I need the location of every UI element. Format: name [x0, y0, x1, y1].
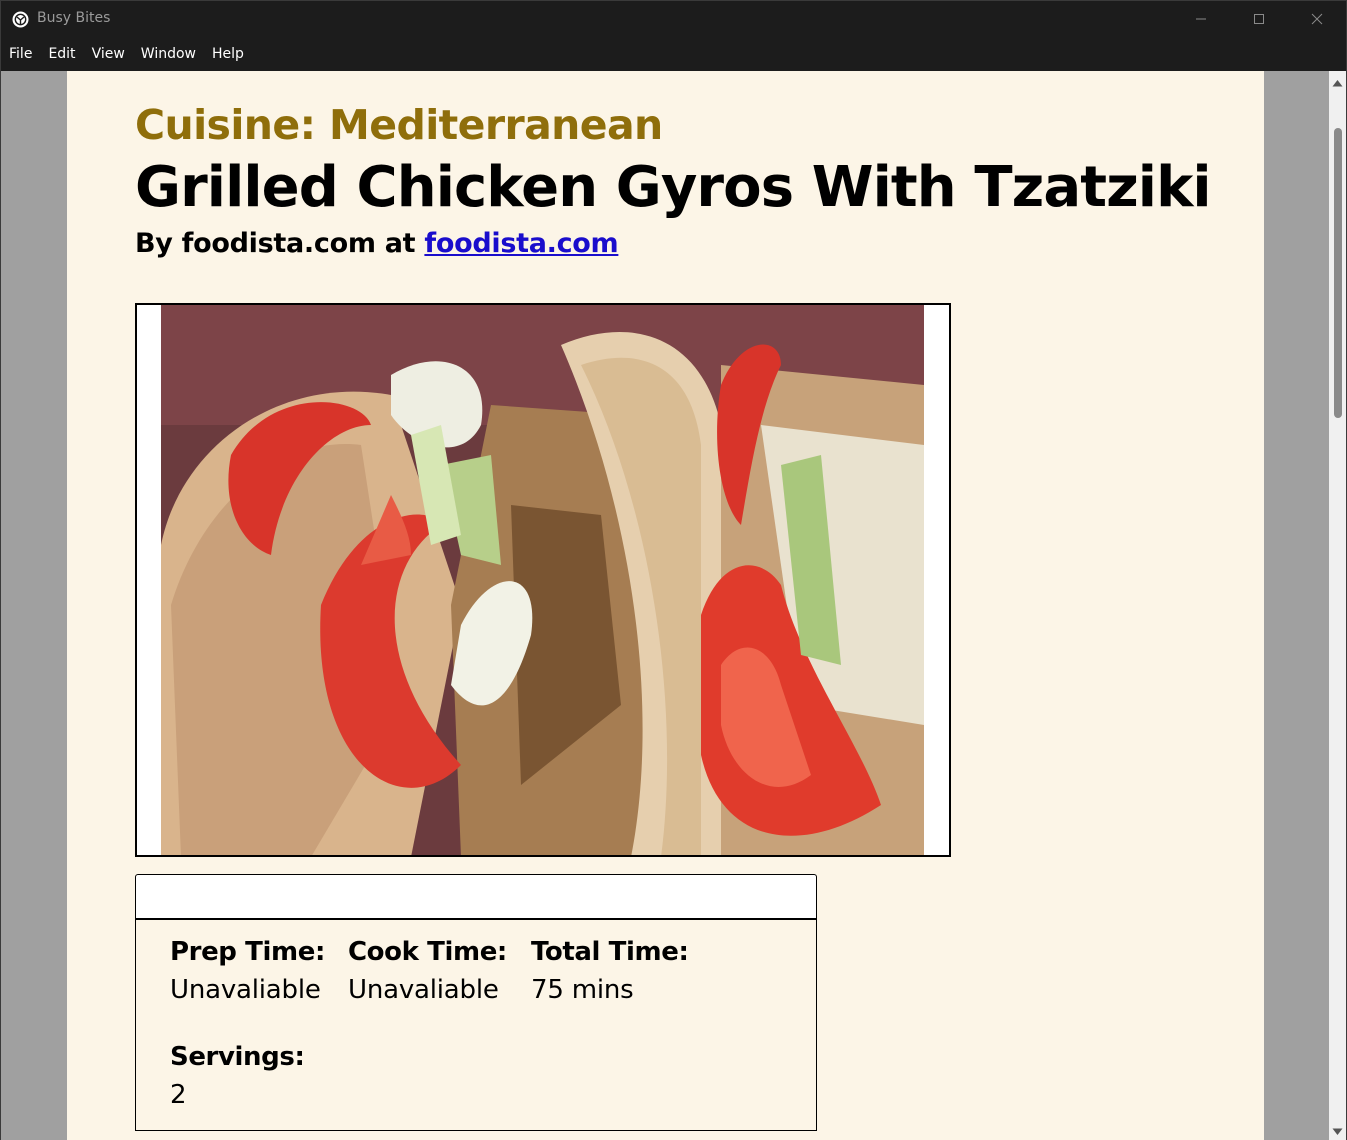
vertical-scrollbar[interactable]: [1329, 71, 1346, 1140]
minimize-button[interactable]: [1172, 1, 1230, 37]
byline-prefix: By foodista.com at: [135, 228, 425, 259]
prep-time-label: Prep Time:: [170, 937, 325, 967]
info-card-header: [135, 874, 817, 919]
cook-time: Cook Time: Unavaliable: [348, 937, 507, 1005]
recipe-image: [161, 305, 924, 855]
app-logo-icon: [12, 11, 29, 28]
recipe-byline: By foodista.com at foodista.com: [135, 228, 619, 259]
prep-time: Prep Time: Unavaliable: [170, 937, 325, 1005]
info-card: Prep Time: Unavaliable Cook Time: Unaval…: [135, 918, 817, 1131]
servings-label: Servings:: [170, 1042, 305, 1072]
scroll-up-arrow-icon: [1332, 72, 1343, 91]
menu-bar: File Edit View Window Help: [1, 37, 1346, 71]
source-link[interactable]: foodista.com: [424, 228, 618, 259]
total-time-value: 75 mins: [531, 975, 634, 1005]
menu-view[interactable]: View: [92, 46, 125, 62]
menu-window[interactable]: Window: [141, 46, 196, 62]
cook-time-label: Cook Time:: [348, 937, 507, 967]
menu-help[interactable]: Help: [212, 46, 244, 62]
scroll-down-arrow-icon: [1332, 1121, 1343, 1140]
servings-value: 2: [170, 1080, 187, 1110]
menu-edit[interactable]: Edit: [48, 46, 75, 62]
content-viewport: Cuisine: Mediterranean Grilled Chicken G…: [1, 71, 1329, 1140]
close-icon: [1311, 13, 1323, 25]
scroll-up-button[interactable]: [1329, 73, 1346, 90]
servings: Servings: 2: [170, 1042, 305, 1110]
total-time-label: Total Time:: [531, 937, 689, 967]
title-bar[interactable]: Busy Bites: [1, 1, 1346, 37]
recipe-image-frame: [135, 303, 951, 857]
window-title: Busy Bites: [37, 10, 111, 26]
scroll-down-button[interactable]: [1329, 1122, 1346, 1139]
app-window: Busy Bites File Edit View Window Help Cu…: [0, 0, 1347, 1140]
recipe-title: Grilled Chicken Gyros With Tzatziki: [135, 155, 1212, 220]
cuisine-heading: Cuisine: Mediterranean: [135, 101, 663, 149]
total-time: Total Time: 75 mins: [531, 937, 689, 1005]
maximize-button[interactable]: [1230, 1, 1288, 37]
recipe-page: Cuisine: Mediterranean Grilled Chicken G…: [67, 71, 1264, 1140]
minimize-icon: [1195, 13, 1207, 25]
scrollbar-thumb[interactable]: [1334, 128, 1342, 418]
menu-file[interactable]: File: [9, 46, 32, 62]
prep-time-value: Unavaliable: [170, 975, 321, 1005]
maximize-icon: [1253, 13, 1265, 25]
close-button[interactable]: [1288, 1, 1346, 37]
cook-time-value: Unavaliable: [348, 975, 499, 1005]
